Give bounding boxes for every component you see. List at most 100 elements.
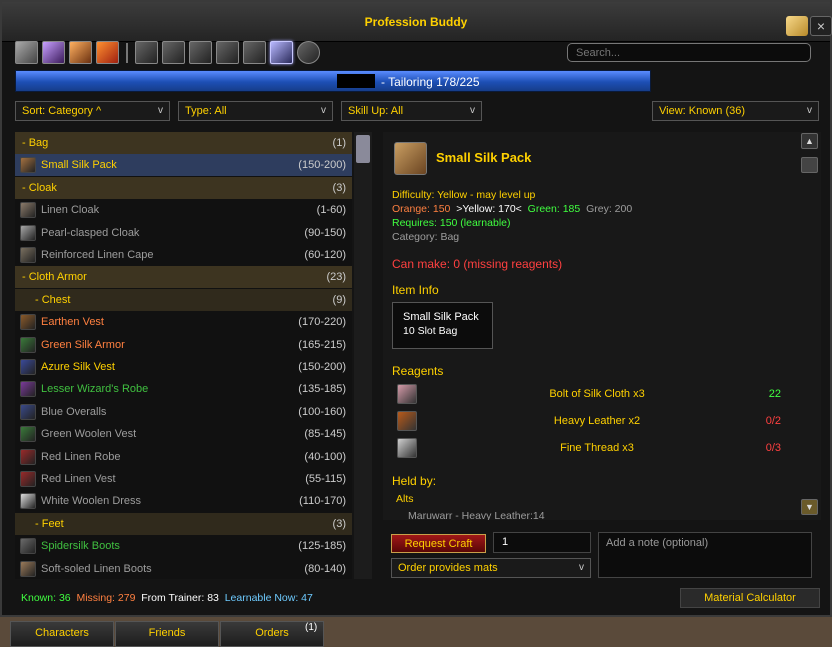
category-header[interactable]: - Feet (3)	[15, 512, 352, 535]
recipe-range: (100-160)	[298, 405, 346, 418]
type-dropdown[interactable]: Type: All v	[178, 101, 333, 121]
armor-slot-icon[interactable]	[162, 41, 185, 64]
recipe-name: - Chest	[35, 293, 71, 306]
recipe-list-scrollbar[interactable]	[354, 132, 372, 579]
backpack-icon	[394, 142, 427, 175]
chevron-down-icon: v	[470, 105, 475, 116]
search-input[interactable]	[567, 43, 811, 62]
hand-slot-icon[interactable]	[243, 41, 266, 64]
recipe-list: - Bag (1) Small Silk Pack (150-200) - Cloak (…	[15, 132, 352, 579]
recipe-row[interactable]: Red Linen Vest (55-115)	[15, 468, 352, 490]
tab-characters[interactable]: Characters	[10, 621, 114, 647]
recipe-row[interactable]: Red Linen Robe (40-100)	[15, 446, 352, 468]
recipe-row[interactable]: White Woolen Dress (110-170)	[15, 490, 352, 512]
close-icon[interactable]: ×	[810, 16, 832, 36]
recipe-row[interactable]: Lesser Wizard's Robe (135-185)	[15, 378, 352, 400]
recipe-name: - Feet	[35, 517, 64, 530]
category-header[interactable]: - Bag (1)	[15, 132, 352, 154]
difficulty-text: Difficulty: Yellow - may level up	[392, 189, 536, 201]
gold-icon[interactable]	[786, 16, 808, 36]
type-dropdown-label: Type: All	[185, 105, 227, 117]
tab-friends[interactable]: Friends	[115, 621, 219, 647]
category-header[interactable]: - Cloak (3)	[15, 176, 352, 199]
gear-slot-icon[interactable]	[189, 41, 212, 64]
recipe-row[interactable]: Azure Silk Vest (150-200)	[15, 356, 352, 378]
skill-progress-bar: - Tailoring 178/225	[15, 70, 651, 92]
orange-level: Orange: 150	[392, 203, 451, 215]
redacted-name	[337, 74, 375, 88]
recipe-range: (23)	[326, 271, 346, 284]
recipe-icon	[20, 157, 36, 174]
recipe-name: Linen Cloak	[41, 204, 100, 217]
scrollbar-thumb[interactable]	[356, 135, 370, 163]
known-count: Known: 36	[21, 592, 71, 604]
recipe-row[interactable]: Soft-soled Linen Boots (80-140)	[15, 558, 352, 579]
recipe-name: Azure Silk Vest	[41, 361, 115, 373]
recipe-icon	[20, 560, 36, 577]
category-header[interactable]: - Chest (9)	[15, 288, 352, 311]
scrollbar-thumb[interactable]	[801, 157, 818, 173]
grey-level: Grey: 200	[586, 203, 633, 215]
skill-up-dropdown-label: Skill Up: All	[348, 105, 404, 117]
recipe-row[interactable]: Pearl-clasped Cloak (90-150)	[15, 222, 352, 244]
skill-up-dropdown[interactable]: Skill Up: All v	[341, 101, 482, 121]
enchanting-icon[interactable]	[42, 41, 65, 64]
recipe-name: Green Woolen Vest	[41, 428, 137, 441]
category-header[interactable]: - Cloth Armor (23)	[15, 266, 352, 289]
request-craft-button[interactable]: Request Craft	[391, 534, 486, 553]
recipe-range: (150-200)	[298, 159, 346, 172]
recipe-icon	[20, 202, 36, 219]
chevron-down-icon: v	[579, 562, 584, 573]
weapon-slot-icon[interactable]	[135, 41, 158, 64]
scroll-up-icon[interactable]: ▲	[801, 133, 818, 149]
cooking-icon[interactable]	[69, 41, 92, 64]
recipe-title: Small Silk Pack	[436, 150, 532, 165]
clock-icon[interactable]	[297, 41, 320, 64]
recipe-row[interactable]: Blue Overalls (100-160)	[15, 401, 352, 423]
recipe-range: (3)	[332, 517, 346, 530]
chevron-down-icon: v	[807, 105, 812, 116]
recipe-row[interactable]: Green Silk Armor (165-215)	[15, 334, 352, 356]
alts-label: Alts	[396, 493, 414, 505]
recipe-range: (55-115)	[305, 473, 346, 485]
window-title: Profession Buddy	[364, 15, 468, 29]
recipe-row[interactable]: Green Woolen Vest (85-145)	[15, 423, 352, 445]
recipe-name: Earthen Vest	[41, 316, 104, 329]
title-bar[interactable]: Profession Buddy ×	[2, 2, 832, 42]
recipe-range: (150-200)	[298, 361, 346, 373]
recipe-icon	[20, 359, 36, 375]
green-level: Green: 185	[527, 203, 581, 215]
head-slot-icon[interactable]	[216, 41, 239, 64]
recipe-row[interactable]: Reinforced Linen Cape (60-120)	[15, 244, 352, 266]
recipe-icon	[20, 247, 36, 263]
recipe-icon	[20, 403, 36, 420]
quantity-input[interactable]: 1	[493, 532, 591, 553]
recipe-range: (1-60)	[316, 204, 346, 217]
recipe-range: (110-170)	[299, 495, 346, 508]
recipe-name: Lesser Wizard's Robe	[41, 383, 149, 396]
tailoring-icon[interactable]	[270, 41, 293, 64]
recipe-icon	[20, 381, 36, 398]
recipe-row[interactable]: Spidersilk Boots (125-185)	[15, 535, 352, 557]
first-aid-icon[interactable]	[96, 41, 119, 64]
detail-scrollbar[interactable]: ▲ ▼	[801, 133, 819, 519]
alts-entry: Maruwarr - Heavy Leather:14	[408, 510, 545, 520]
recipe-row[interactable]: Linen Cloak (1-60)	[15, 199, 352, 221]
reagent-name: Fine Thread x3	[560, 442, 634, 454]
reagent-count: 22	[768, 388, 781, 400]
sort-dropdown[interactable]: Sort: Category ^ v	[15, 101, 170, 121]
recipe-range: (40-100)	[304, 450, 346, 463]
recipe-name: Green Silk Armor	[41, 338, 125, 351]
recipe-icon	[20, 493, 36, 510]
mats-dropdown[interactable]: Order provides mats v	[391, 558, 591, 578]
reagent-name: Heavy Leather x2	[553, 415, 641, 427]
view-dropdown[interactable]: View: Known (36) v	[652, 101, 819, 121]
scroll-down-icon[interactable]: ▼	[801, 499, 818, 515]
recipe-row[interactable]: Earthen Vest (170-220)	[15, 311, 352, 333]
material-calculator-button[interactable]: Material Calculator	[680, 588, 820, 608]
note-input[interactable]: Add a note (optional)	[598, 532, 812, 578]
recipe-icon	[20, 336, 36, 353]
recipe-row[interactable]: Small Silk Pack (150-200)	[15, 154, 352, 177]
difficulty-levels: Orange: 150 >Yellow: 170< Green: 185 Gre…	[392, 203, 632, 215]
blacksmithing-icon[interactable]	[15, 41, 38, 64]
